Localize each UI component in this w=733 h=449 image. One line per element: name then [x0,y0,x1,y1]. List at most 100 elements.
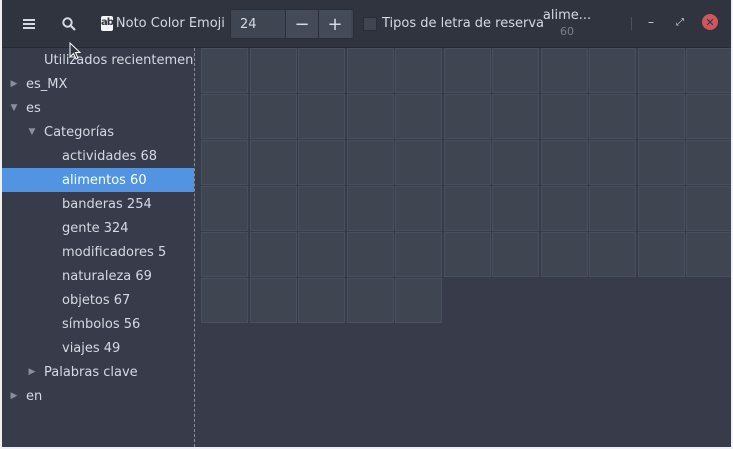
expand-arrow-icon[interactable]: ▶ [8,390,20,402]
size-decrease-button[interactable]: − [286,10,319,38]
emoji-cell[interactable] [637,94,685,139]
tree-row[interactable]: viajes 49 [2,336,194,360]
emoji-cell[interactable] [249,48,297,93]
emoji-cell[interactable] [443,186,491,231]
fallback-fonts-toggle[interactable]: Tipos de letra de reserva [363,16,544,31]
emoji-cell[interactable] [249,278,297,323]
emoji-cell[interactable] [395,278,442,323]
emoji-cell[interactable] [540,232,588,277]
emoji-cell[interactable] [298,278,345,323]
emoji-cell[interactable] [637,48,685,93]
emoji-cell[interactable] [443,232,491,277]
fallback-checkbox[interactable] [363,16,377,31]
emoji-cell[interactable] [346,278,394,323]
emoji-cell[interactable] [298,232,345,277]
tree-row[interactable]: ▼ Categorías [2,120,194,144]
emoji-cell[interactable] [201,278,248,323]
emoji-cell[interactable] [298,94,345,139]
window-title: alime... 60 [530,7,604,40]
collapse-arrow-icon[interactable]: ▼ [26,126,38,138]
emoji-cell[interactable] [346,140,394,185]
collapse-arrow-icon[interactable]: ▼ [8,102,20,114]
app-window: ab Noto Color Emoji − + Tipos de letra d… [2,0,731,447]
emoji-cell[interactable] [443,140,491,185]
emoji-cell[interactable] [395,140,442,185]
emoji-cell[interactable] [492,140,539,185]
emoji-cell[interactable] [492,186,539,231]
emoji-cell[interactable] [540,94,588,139]
tree-row[interactable]: gente 324 [2,216,194,240]
emoji-cell[interactable] [637,232,685,277]
expand-arrow-icon[interactable]: ▶ [8,78,20,90]
emoji-cell[interactable] [201,94,248,139]
emoji-cell[interactable] [201,48,248,93]
search-button[interactable] [54,8,84,39]
tree-row[interactable]: modificadores 5 [2,240,194,264]
emoji-cell[interactable] [395,186,442,231]
emoji-cell[interactable] [298,140,345,185]
emoji-cell[interactable] [395,232,442,277]
emoji-cell[interactable] [346,48,394,93]
size-increase-button[interactable]: + [319,10,351,38]
tree-row[interactable]: objetos 67 [2,288,194,312]
emoji-cell[interactable] [298,48,345,93]
emoji-cell[interactable] [443,48,491,93]
emoji-cell[interactable] [686,186,731,231]
font-chooser-button[interactable]: ab Noto Color Emoji [96,8,225,39]
emoji-cell[interactable] [540,140,588,185]
emoji-cell[interactable] [589,48,636,93]
emoji-cell[interactable] [249,186,297,231]
emoji-cell[interactable] [686,232,731,277]
tree-row[interactable]: ▶ es_MX [2,72,194,96]
emoji-cell[interactable] [298,186,345,231]
emoji-cell[interactable] [540,48,588,93]
emoji-cell[interactable] [346,94,394,139]
emoji-cell[interactable] [346,186,394,231]
minimize-button[interactable]: – [643,14,659,30]
emoji-cell[interactable] [443,94,491,139]
emoji-cell[interactable] [686,140,731,185]
emoji-cell[interactable] [589,140,636,185]
emoji-cell[interactable] [395,94,442,139]
category-tree: Utilizados recientemente ▶ es_MX ▼ es ▼ Catego… [2,48,194,447]
emoji-cell[interactable] [492,94,539,139]
header-separator [631,17,632,30]
maximize-button[interactable]: ⤢ [672,14,688,30]
tree-row[interactable]: ▶ en [2,384,194,408]
emoji-cell[interactable] [492,48,539,93]
emoji-cell[interactable] [249,140,297,185]
emoji-cell[interactable] [589,186,636,231]
close-button[interactable]: ✕ [702,14,718,30]
emoji-cell[interactable] [395,48,442,93]
menu-button[interactable] [14,8,44,39]
emoji-cell[interactable] [637,186,685,231]
expand-arrow-icon[interactable]: ▶ [26,366,38,378]
tree-row[interactable]: ▶ Palabras clave [2,360,194,384]
emoji-cell[interactable] [686,48,731,93]
tree-row[interactable]: actividades 68 [2,144,194,168]
tree-row[interactable]: símbolos 56 [2,312,194,336]
tree-row[interactable]: Utilizados recientemente [2,48,194,72]
tree-row[interactable]: naturaleza 69 [2,264,194,288]
emoji-cell[interactable] [589,94,636,139]
size-spinbutton: − + [230,9,354,39]
size-input[interactable] [231,10,286,38]
emoji-cell[interactable] [589,232,636,277]
tree-row[interactable]: alimentos 60 [2,168,194,192]
emoji-cell[interactable] [249,94,297,139]
tree-row[interactable]: ▼ es [2,96,194,120]
emoji-cell[interactable] [201,140,248,185]
emoji-cell[interactable] [201,186,248,231]
pane-divider[interactable] [194,48,195,447]
emoji-cell[interactable] [686,94,731,139]
emoji-cell[interactable] [492,232,539,277]
emoji-cell[interactable] [346,232,394,277]
emoji-cell[interactable] [540,186,588,231]
emoji-cell[interactable] [637,140,685,185]
emoji-cell[interactable] [249,232,297,277]
tree-row[interactable]: banderas 254 [2,192,194,216]
close-icon: ✕ [705,15,715,29]
emoji-cell[interactable] [201,232,248,277]
